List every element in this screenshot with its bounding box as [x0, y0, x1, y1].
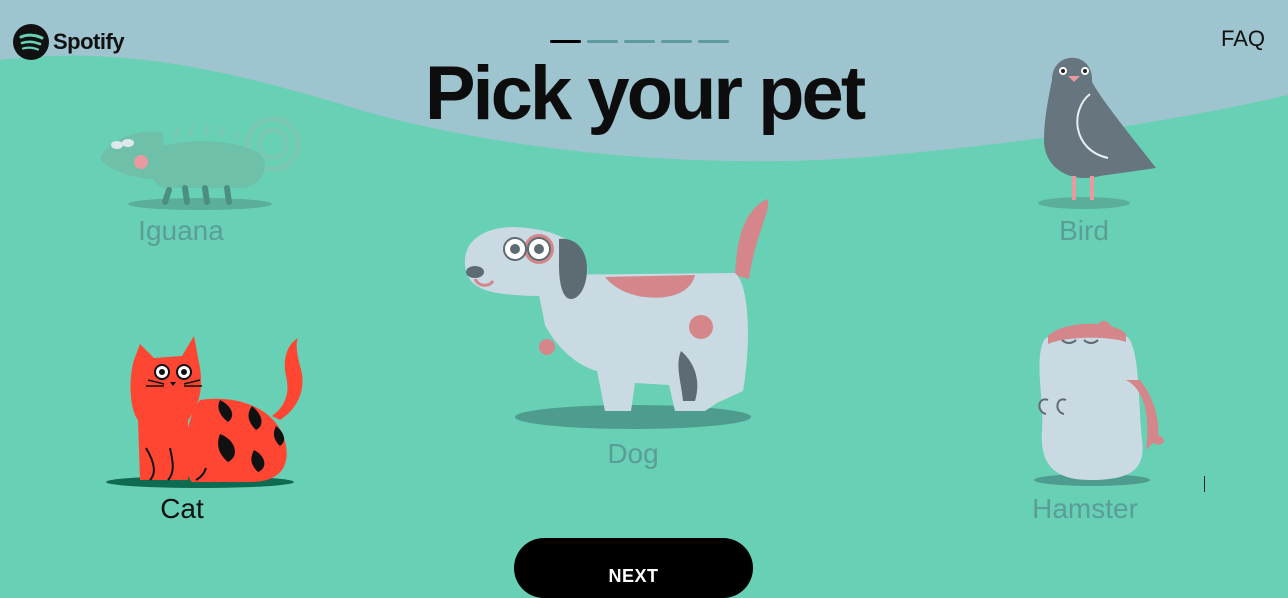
progress-step-5	[698, 40, 729, 43]
pet-label-dog: Dog	[607, 438, 659, 469]
text-cursor	[1204, 476, 1205, 492]
progress-step-1	[550, 40, 581, 43]
faq-link[interactable]: FAQ	[1221, 26, 1265, 52]
pet-label-cat: Cat	[160, 493, 204, 524]
dog-illustration	[464, 199, 769, 429]
progress-step-4	[661, 40, 692, 43]
bird-illustration	[1038, 57, 1156, 209]
pet-label-iguana: Iguana	[138, 215, 224, 246]
pet-option-iguana[interactable]	[95, 108, 305, 212]
pet-option-hamster[interactable]	[1030, 320, 1170, 490]
progress-step-3	[624, 40, 655, 43]
pet-option-cat[interactable]	[100, 330, 310, 492]
pet-label-bird: Bird	[1059, 215, 1109, 246]
pet-label-hamster: Hamster	[1032, 493, 1138, 524]
progress-step-2	[587, 40, 618, 43]
hamster-illustration	[1034, 321, 1164, 486]
next-button[interactable]: NEXT	[514, 538, 753, 598]
step-progress	[550, 40, 729, 43]
pet-option-bird[interactable]	[1030, 50, 1160, 212]
pet-option-dog[interactable]	[455, 195, 775, 435]
cat-illustration	[106, 336, 303, 488]
iguana-illustration	[100, 116, 301, 210]
